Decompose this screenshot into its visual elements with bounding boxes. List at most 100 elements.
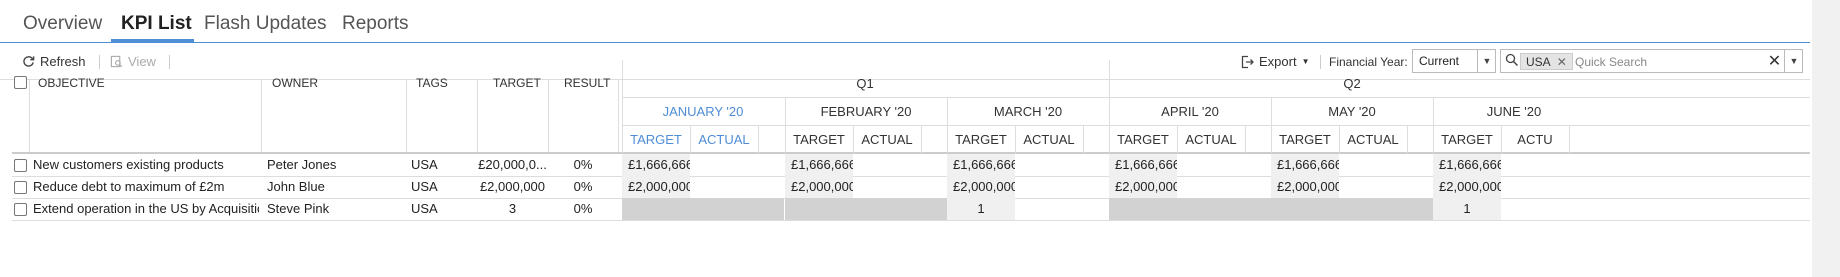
month-actual-value[interactable] (853, 176, 921, 198)
month-actual-header[interactable]: ACTUAL (1015, 132, 1083, 147)
tab-reports[interactable]: Reports (342, 13, 409, 35)
tags-cell: USA (411, 179, 438, 194)
month-actual-value[interactable] (1501, 176, 1569, 198)
column-header-objective[interactable]: OBJECTIVE (38, 76, 105, 90)
target-cell: £20,000,0... (478, 157, 547, 172)
vertical-scrollbar[interactable] (1812, 0, 1840, 277)
month-actual-value[interactable] (1177, 176, 1245, 198)
refresh-icon (23, 56, 35, 67)
month-target-value[interactable]: £2,000,000 (622, 176, 690, 198)
month-actual-value[interactable] (1177, 154, 1245, 176)
financial-year-label: Financial Year: (1329, 55, 1408, 69)
month-target-value[interactable]: 1 (947, 198, 1015, 220)
export-button[interactable]: Export ▼ (1240, 54, 1310, 69)
row-checkbox[interactable] (14, 159, 27, 172)
month-header[interactable]: APRIL '20 (1109, 104, 1271, 119)
month-actual-value[interactable] (853, 154, 921, 176)
month-target-value[interactable]: £1,666,666 (1271, 154, 1339, 176)
target-cell: 3 (508, 201, 517, 216)
month-target-value[interactable]: 1 (1433, 198, 1501, 220)
column-divider (1569, 125, 1570, 153)
owner-cell: Peter Jones (267, 157, 337, 172)
month-target-value[interactable]: £2,000,000 (1109, 176, 1177, 198)
row-checkbox[interactable] (14, 181, 27, 194)
remove-chip-icon[interactable]: ✕ (1557, 55, 1567, 69)
month-actual-value[interactable] (1015, 198, 1083, 220)
month-target-value[interactable]: £2,000,000 (785, 176, 853, 198)
month-actual-value[interactable] (1501, 198, 1569, 220)
target-cell: £2,000,000 (479, 179, 546, 194)
tab-flash-updates[interactable]: Flash Updates (204, 13, 327, 35)
column-header-result[interactable]: RESULT (564, 76, 610, 90)
month-actual-value[interactable] (690, 176, 758, 198)
month-target-value[interactable]: £1,666,666 (1433, 154, 1501, 176)
quarter-header: Q1 (856, 76, 874, 91)
column-divider (1407, 125, 1408, 153)
objective-cell[interactable]: Reduce debt to maximum of £2m (33, 176, 259, 198)
row-divider (12, 220, 1810, 221)
month-target-value[interactable]: £1,666,666 (1109, 154, 1177, 176)
month-header[interactable]: FEBRUARY '20 (785, 104, 947, 119)
refresh-button[interactable]: Refresh (22, 54, 86, 69)
month-cell-disabled (1271, 198, 1433, 220)
tab-overview[interactable]: Overview (23, 13, 102, 35)
result-cell: 0% (573, 201, 593, 216)
view-icon (110, 55, 123, 68)
quick-search: USA ✕ ✕ ▼ (1500, 49, 1803, 73)
month-actual-value[interactable] (1501, 154, 1569, 176)
tags-cell: USA (411, 157, 438, 172)
quick-search-input[interactable] (1575, 53, 1755, 70)
month-actual-header[interactable]: ACTUAL (853, 132, 921, 147)
result-cell: 0% (573, 179, 593, 194)
month-target-header[interactable]: TARGET (1109, 132, 1177, 147)
month-target-value[interactable]: £1,666,666 (622, 154, 690, 176)
table-row[interactable]: Reduce debt to maximum of £2m John Blue US… (12, 176, 1810, 198)
owner-cell: Steve Pink (267, 201, 330, 216)
column-divider (1083, 125, 1084, 153)
month-header[interactable]: JUNE '20 (1433, 104, 1595, 119)
owner-cell: John Blue (267, 179, 325, 194)
column-header-target[interactable]: TARGET (493, 76, 541, 90)
export-icon (1241, 55, 1254, 68)
row-checkbox[interactable] (14, 203, 27, 216)
financial-year-dropdown-icon[interactable]: ▼ (1477, 49, 1496, 73)
month-target-value[interactable]: £2,000,000 (1271, 176, 1339, 198)
month-cell-disabled (785, 198, 947, 220)
clear-search-icon[interactable]: ✕ (1765, 50, 1785, 72)
refresh-label: Refresh (40, 54, 86, 69)
toolbar: Refresh View Export ▼ Financial Year: Cu… (0, 44, 1810, 80)
column-header-owner[interactable]: OWNER (272, 76, 318, 90)
table-row[interactable]: New customers existing products Peter Jon… (12, 154, 1810, 176)
month-actual-header[interactable]: ACTU (1501, 132, 1569, 147)
column-header-tags[interactable]: TAGS (416, 76, 448, 90)
month-actual-value[interactable] (1339, 176, 1407, 198)
table-row[interactable]: Extend operation in the US by Acquisitio… (12, 198, 1810, 220)
tab-kpi-list[interactable]: KPI List (121, 13, 192, 35)
month-actual-header[interactable]: ACTUAL (1339, 132, 1407, 147)
month-target-header[interactable]: TARGET (947, 132, 1015, 147)
month-header[interactable]: MARCH '20 (947, 104, 1109, 119)
month-actual-value[interactable] (690, 154, 758, 176)
month-header[interactable]: JANUARY '20 (622, 104, 784, 119)
month-actual-header[interactable]: ACTUAL (690, 132, 758, 147)
month-actual-value[interactable] (1339, 154, 1407, 176)
month-target-header[interactable]: TARGET (1271, 132, 1339, 147)
search-dropdown-icon[interactable]: ▼ (1786, 50, 1802, 72)
month-target-value[interactable]: £2,000,000 (947, 176, 1015, 198)
month-target-header[interactable]: TARGET (622, 132, 690, 147)
month-actual-value[interactable] (1015, 154, 1083, 176)
view-button[interactable]: View (110, 54, 156, 69)
month-target-value[interactable]: £1,666,666 (785, 154, 853, 176)
objective-cell[interactable]: New customers existing products (33, 154, 259, 176)
month-target-header[interactable]: TARGET (1433, 132, 1501, 147)
month-header[interactable]: MAY '20 (1271, 104, 1433, 119)
month-actual-value[interactable] (1015, 176, 1083, 198)
caret-down-icon: ▼ (1301, 57, 1310, 66)
objective-cell[interactable]: Extend operation in the US by Acquisitio… (33, 198, 259, 220)
month-target-value[interactable]: £1,666,666 (947, 154, 1015, 176)
month-target-header[interactable]: TARGET (785, 132, 853, 147)
quarter-header: Q2 (1343, 76, 1361, 91)
select-all-checkbox[interactable] (14, 76, 27, 89)
month-target-value[interactable]: £2,000,000 (1433, 176, 1501, 198)
month-actual-header[interactable]: ACTUAL (1177, 132, 1245, 147)
